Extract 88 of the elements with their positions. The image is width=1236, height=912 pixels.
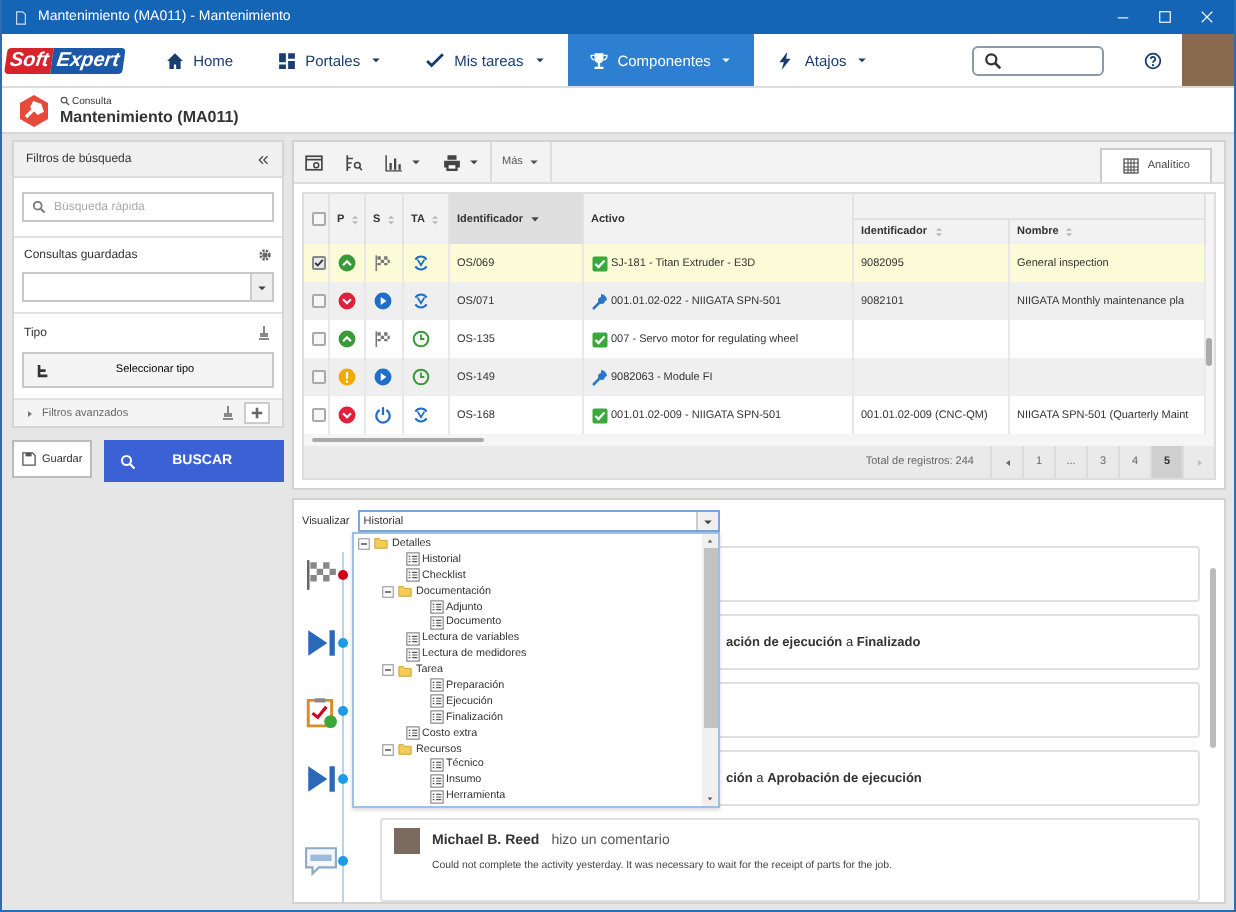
collapse-icon[interactable] (382, 585, 394, 598)
gear-icon (258, 248, 272, 262)
speech-bubble-icon (303, 843, 337, 877)
sort-icon (1064, 226, 1075, 238)
arrow-down-icon (337, 292, 355, 310)
row-checkbox[interactable] (312, 332, 326, 346)
expand-arrow-icon (26, 409, 34, 417)
arrow-down-icon (337, 406, 355, 424)
checkbox-icon (591, 407, 607, 423)
clock-icon (411, 368, 429, 386)
collapse-icon[interactable] (358, 537, 370, 550)
window-view-icon (304, 153, 324, 171)
checkered-flag-icon (373, 330, 391, 348)
caret-icon (528, 156, 541, 168)
search-icon (60, 96, 70, 106)
power-icon (373, 406, 391, 424)
page-title: Mantenimiento (MA011) (60, 107, 239, 125)
check-icon (426, 51, 445, 69)
lightning-icon (776, 51, 795, 69)
trophy-icon (589, 51, 608, 69)
arrow-up-icon (337, 330, 355, 348)
add-button[interactable] (244, 402, 270, 424)
folder-icon (372, 536, 390, 551)
logo[interactable]: Soft Expert (2, 34, 127, 86)
folder-icon (396, 584, 414, 599)
checkbox-icon (591, 255, 607, 271)
document-icon (14, 9, 28, 25)
horizontal-scrollbar[interactable] (304, 434, 1214, 446)
help-icon (1144, 51, 1162, 69)
cycle-icon (411, 292, 429, 310)
collapse-icon[interactable] (382, 664, 394, 677)
scroll-down-icon (706, 796, 714, 803)
checkered-flag-icon (373, 254, 391, 272)
home-icon (165, 51, 184, 69)
collapse-icon[interactable] (382, 743, 394, 756)
skip-forward-icon (303, 625, 337, 659)
eraser-icon (256, 324, 272, 342)
clock-icon (411, 330, 429, 348)
previous-icon (1003, 457, 1011, 467)
search-icon (120, 453, 137, 469)
eraser-icon (220, 404, 236, 422)
row-checkbox[interactable] (312, 256, 326, 270)
collapse-panel-icon (256, 153, 270, 165)
search-icon (32, 200, 46, 214)
caret-icon (468, 156, 480, 168)
plus-icon (250, 406, 264, 420)
caret-icon (701, 515, 714, 527)
row-checkbox[interactable] (312, 294, 326, 308)
vertical-scrollbar[interactable] (1205, 194, 1214, 434)
saved-queries-dropdown[interactable] (22, 272, 274, 302)
caret-icon (410, 156, 422, 168)
wrench-icon (591, 293, 607, 309)
clipboard-check-icon (303, 693, 337, 727)
row-checkbox[interactable] (312, 408, 326, 422)
caret-icon (256, 281, 268, 293)
skip-forward-icon (303, 761, 337, 795)
sort-icon (430, 213, 441, 225)
cycle-icon (411, 406, 429, 424)
tools-icon (18, 93, 50, 127)
warning-icon (337, 368, 355, 386)
folder-icon (396, 742, 414, 757)
wrench-icon (591, 369, 607, 385)
close-icon (1200, 10, 1214, 24)
checkbox-icon (591, 331, 607, 347)
select-all-checkbox[interactable] (312, 212, 326, 226)
play-icon (373, 368, 391, 386)
avatar-placeholder (394, 828, 420, 854)
play-icon (373, 292, 391, 310)
list-icon (406, 726, 420, 741)
sort-icon (386, 213, 397, 225)
sort-descending-icon (529, 214, 540, 224)
scroll-up-icon (706, 538, 714, 544)
checkmark-icon (314, 258, 324, 268)
list-search-icon (344, 153, 364, 171)
row-checkbox[interactable] (312, 370, 326, 384)
arrow-up-icon (337, 254, 355, 272)
search-icon (984, 51, 1002, 69)
search-field[interactable] (972, 45, 1104, 75)
printer-icon (442, 153, 462, 171)
cycle-icon (411, 254, 429, 272)
bar-chart-icon (384, 153, 404, 171)
maximize-icon (1158, 10, 1172, 24)
sort-icon (933, 226, 944, 238)
folder-icon (396, 663, 414, 678)
table-icon (1121, 158, 1140, 174)
tree-icon (36, 363, 50, 377)
checkered-flag-icon (303, 557, 337, 591)
grid-icon (277, 51, 296, 69)
